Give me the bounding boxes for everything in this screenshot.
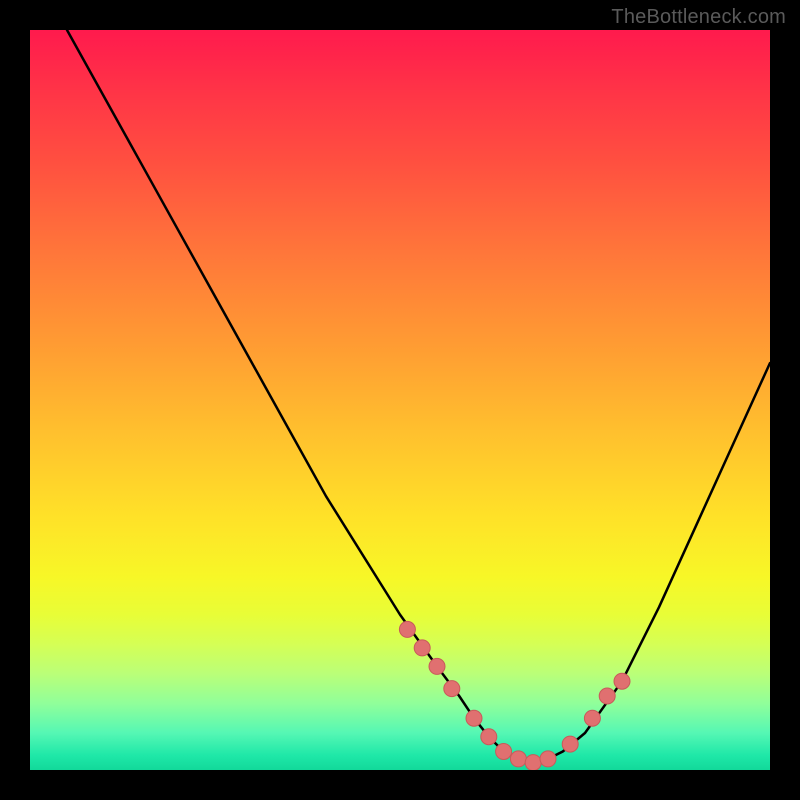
watermark-text: TheBottleneck.com	[611, 6, 786, 29]
data-dots	[399, 621, 630, 770]
data-dot	[540, 751, 556, 767]
data-dot	[562, 736, 578, 752]
data-dot	[444, 681, 460, 697]
data-dot	[429, 658, 445, 674]
data-dot	[584, 710, 600, 726]
data-dot	[399, 621, 415, 637]
data-dot	[614, 673, 630, 689]
data-dot	[466, 710, 482, 726]
data-dot	[599, 688, 615, 704]
data-dot	[481, 729, 497, 745]
data-dot	[496, 744, 512, 760]
data-dot	[510, 751, 526, 767]
chart-frame: TheBottleneck.com	[0, 0, 800, 800]
data-dot	[414, 640, 430, 656]
chart-svg	[30, 30, 770, 770]
data-dot	[525, 755, 541, 770]
plot-area	[30, 30, 770, 770]
